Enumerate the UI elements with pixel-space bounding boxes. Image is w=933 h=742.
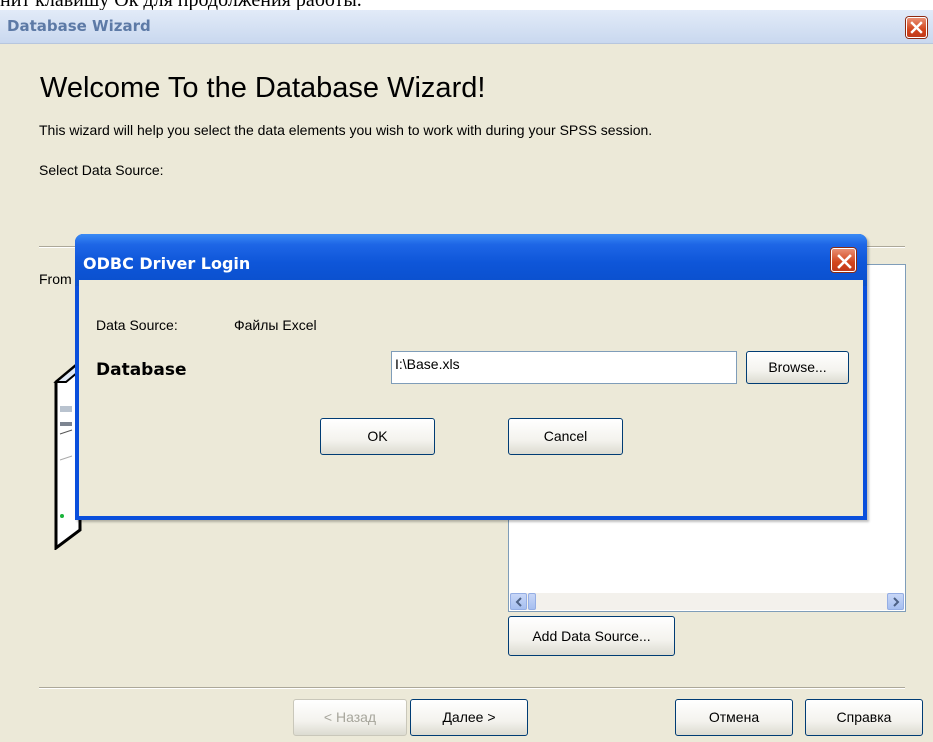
odbc-driver-login-dialog: ODBC Driver Login Data Source: Файлы Exc… (75, 234, 867, 520)
database-label: Database (96, 360, 187, 380)
odbc-titlebar[interactable]: ODBC Driver Login (75, 234, 867, 286)
wizard-close-button[interactable] (906, 17, 927, 38)
wizard-titlebar[interactable]: Database Wizard (0, 10, 933, 44)
scroll-right-icon (893, 597, 900, 607)
close-icon (837, 254, 852, 269)
scroll-left-icon (515, 597, 522, 607)
odbc-body: Data Source: Файлы Excel Database I:\Bas… (79, 280, 863, 516)
cancel-button[interactable]: Отмена (675, 699, 793, 736)
help-button[interactable]: Справка (805, 699, 923, 736)
database-path-input[interactable]: I:\Base.xls (391, 351, 737, 384)
scroll-right-button[interactable] (887, 593, 904, 610)
wizard-title: Database Wizard (7, 17, 151, 35)
data-source-label: Data Source: (96, 317, 178, 333)
wizard-heading: Welcome To the Database Wizard! (40, 72, 486, 104)
separator-bottom (39, 687, 905, 689)
from-label: From (39, 271, 72, 287)
horizontal-scrollbar[interactable] (510, 593, 904, 610)
odbc-close-button[interactable] (831, 248, 856, 272)
ok-button[interactable]: OK (320, 418, 435, 455)
data-source-value: Файлы Excel (234, 317, 317, 333)
select-data-source-label: Select Data Source: (39, 162, 164, 178)
scroll-thumb[interactable] (528, 593, 536, 610)
odbc-cancel-button[interactable]: Cancel (508, 418, 623, 455)
add-data-source-button[interactable]: Add Data Source... (508, 616, 675, 656)
next-button[interactable]: Далее > (410, 699, 528, 736)
back-button[interactable]: < Назад (293, 699, 407, 736)
wizard-intro-text: This wizard will help you select the dat… (39, 122, 653, 138)
scroll-left-button[interactable] (510, 593, 527, 610)
browse-button[interactable]: Browse... (746, 351, 849, 384)
odbc-title: ODBC Driver Login (83, 254, 251, 273)
document-text-fragment: нит клавишу Ок для продолжения работы. (0, 0, 933, 10)
close-icon (910, 21, 923, 34)
